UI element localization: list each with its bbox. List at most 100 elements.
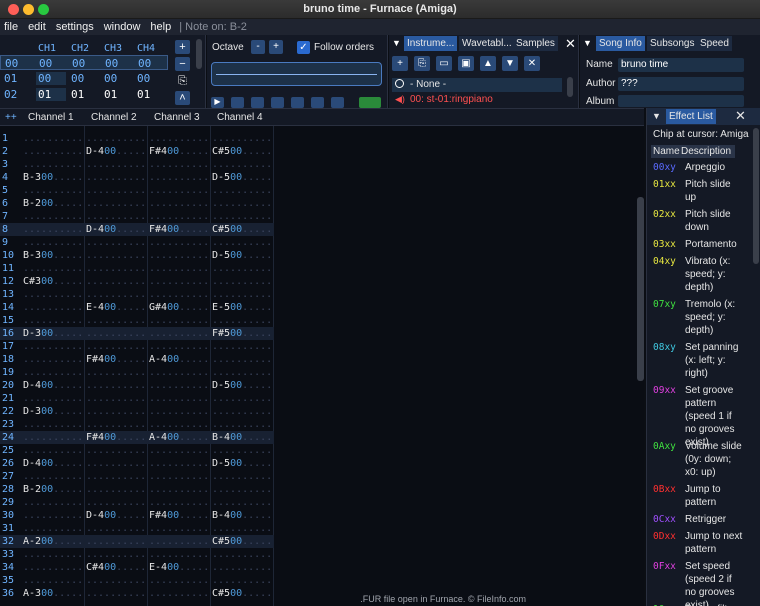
- pattern-cell[interactable]: ..........: [86, 574, 146, 587]
- step-icon[interactable]: [251, 97, 264, 108]
- channel-header-1[interactable]: Channel 1: [28, 112, 74, 123]
- order-value[interactable]: 00: [71, 72, 84, 85]
- order-value[interactable]: 01: [137, 88, 150, 101]
- pattern-cell[interactable]: F#400.....: [86, 431, 146, 444]
- pattern-cell[interactable]: ..........: [86, 379, 146, 392]
- metronome-icon[interactable]: [311, 97, 324, 108]
- pattern-cell[interactable]: ..........: [86, 158, 146, 171]
- remove-order-button[interactable]: −: [175, 57, 190, 71]
- pattern-cell[interactable]: ..........: [149, 496, 209, 509]
- pattern-cell[interactable]: D-500.....: [212, 249, 272, 262]
- pattern-row[interactable]: 18.......... F#400..... A-400.............…: [0, 353, 274, 366]
- pattern-cell[interactable]: ..........: [23, 509, 83, 522]
- pattern-cell[interactable]: ..........: [23, 522, 83, 535]
- pattern-cell[interactable]: ..........: [149, 418, 209, 431]
- pattern-cell[interactable]: B-400.....: [212, 431, 272, 444]
- pattern-cell[interactable]: ..........: [212, 210, 272, 223]
- pattern-cell[interactable]: ..........: [212, 262, 272, 275]
- order-value[interactable]: 00: [105, 57, 118, 70]
- pattern-cell[interactable]: ..........: [149, 548, 209, 561]
- pattern-cell[interactable]: F#400.....: [149, 223, 209, 236]
- pattern-row[interactable]: 31......................................…: [0, 522, 274, 535]
- menu-settings[interactable]: settings: [56, 21, 94, 33]
- pattern-cell[interactable]: C#500.....: [212, 535, 272, 548]
- stop-icon[interactable]: [271, 97, 284, 108]
- close-icon[interactable]: ✕: [735, 108, 746, 124]
- pattern-cell[interactable]: C#500.....: [212, 587, 272, 600]
- pattern-cell[interactable]: ..........: [149, 275, 209, 288]
- author-field[interactable]: ???: [618, 77, 744, 91]
- effect-list-scrollbar[interactable]: [753, 128, 759, 264]
- pattern-row[interactable]: 30.......... D-400..... F#400..... B-400...…: [0, 509, 274, 522]
- pattern-cell[interactable]: ..........: [86, 132, 146, 145]
- pattern-cell[interactable]: ..........: [86, 587, 146, 600]
- pattern-cell[interactable]: ..........: [23, 314, 83, 327]
- pattern-row[interactable]: 36 A-300......................... C#500...…: [0, 587, 274, 600]
- pattern-cell[interactable]: ..........: [23, 366, 83, 379]
- tab-wavetables[interactable]: Wavetabl...: [459, 36, 515, 51]
- pattern-cell[interactable]: ..........: [149, 340, 209, 353]
- pattern-cell[interactable]: ..........: [149, 171, 209, 184]
- pattern-cell[interactable]: ..........: [149, 405, 209, 418]
- pattern-cell[interactable]: ..........: [212, 340, 272, 353]
- pattern-cell[interactable]: ..........: [86, 483, 146, 496]
- pattern-cell[interactable]: ..........: [149, 392, 209, 405]
- pattern-row[interactable]: 17......................................…: [0, 340, 274, 353]
- play-icon[interactable]: ▶: [211, 97, 224, 108]
- pattern-row[interactable]: 14.......... E-400..... G#400..... E-500...…: [0, 301, 274, 314]
- pattern-cell[interactable]: ..........: [149, 236, 209, 249]
- open-folder-icon[interactable]: ▭: [436, 56, 452, 71]
- pattern-cell[interactable]: D-400.....: [23, 457, 83, 470]
- duplicate-order-icon[interactable]: ⎘: [175, 74, 190, 88]
- pattern-cell[interactable]: ..........: [212, 522, 272, 535]
- pattern-scrollbar[interactable]: [637, 197, 644, 381]
- record-icon[interactable]: [291, 97, 304, 108]
- order-value[interactable]: 01: [71, 88, 84, 101]
- add-instrument-icon[interactable]: +: [392, 56, 408, 71]
- pattern-cell[interactable]: A-200.....: [23, 535, 83, 548]
- follow-orders-checkbox[interactable]: ✓: [297, 41, 310, 54]
- poly-toggle-icon[interactable]: [359, 97, 381, 108]
- pattern-row[interactable]: 32 A-200......................... C#500...…: [0, 535, 274, 548]
- pattern-cell[interactable]: ..........: [86, 496, 146, 509]
- pattern-cell[interactable]: ..........: [149, 288, 209, 301]
- pattern-cell[interactable]: ..........: [149, 249, 209, 262]
- pattern-cell[interactable]: A-300.....: [23, 587, 83, 600]
- instruments-scrollbar[interactable]: [567, 77, 573, 97]
- menu-help[interactable]: help: [150, 21, 171, 33]
- panel-menu-icon[interactable]: ▼: [583, 38, 592, 48]
- pattern-row[interactable]: 4 B-300......................... D-500....…: [0, 171, 274, 184]
- orders-scrollbar[interactable]: [196, 39, 202, 69]
- octave-down-button[interactable]: -: [251, 40, 265, 54]
- pattern-row[interactable]: 34.......... C#400..... E-400.............…: [0, 561, 274, 574]
- pattern-cell[interactable]: E-400.....: [149, 561, 209, 574]
- pattern-cell[interactable]: ..........: [149, 470, 209, 483]
- pattern-cell[interactable]: ..........: [86, 548, 146, 561]
- pattern-cell[interactable]: ..........: [212, 314, 272, 327]
- pattern-cell[interactable]: ..........: [86, 171, 146, 184]
- channel-header-2[interactable]: Channel 2: [91, 112, 137, 123]
- pattern-cell[interactable]: ..........: [23, 574, 83, 587]
- pattern-row[interactable]: 1.......................................…: [0, 132, 274, 145]
- order-value[interactable]: 00: [104, 72, 117, 85]
- order-value[interactable]: 00: [137, 72, 150, 85]
- pattern-row[interactable]: 27......................................…: [0, 470, 274, 483]
- pattern-cell[interactable]: ..........: [212, 197, 272, 210]
- pattern-cell[interactable]: D-500.....: [212, 457, 272, 470]
- pattern-row[interactable]: 13......................................…: [0, 288, 274, 301]
- order-value[interactable]: 00: [39, 57, 52, 70]
- pattern-cell[interactable]: D-400.....: [86, 509, 146, 522]
- pattern-cell[interactable]: ..........: [149, 587, 209, 600]
- move-order-up-button[interactable]: ˄: [175, 91, 190, 105]
- order-value[interactable]: 00: [38, 72, 51, 85]
- pattern-row[interactable]: 6 B-200..................................…: [0, 197, 274, 210]
- pattern-cell[interactable]: D-500.....: [212, 379, 272, 392]
- pattern-cell[interactable]: ..........: [23, 132, 83, 145]
- pattern-row[interactable]: 21......................................…: [0, 392, 274, 405]
- pattern-cell[interactable]: ..........: [23, 262, 83, 275]
- pattern-row[interactable]: 11......................................…: [0, 262, 274, 275]
- pattern-cell[interactable]: ..........: [86, 197, 146, 210]
- pattern-row[interactable]: 33......................................…: [0, 548, 274, 561]
- pattern-cell[interactable]: F#400.....: [149, 509, 209, 522]
- pattern-corner-button[interactable]: ++: [5, 112, 17, 123]
